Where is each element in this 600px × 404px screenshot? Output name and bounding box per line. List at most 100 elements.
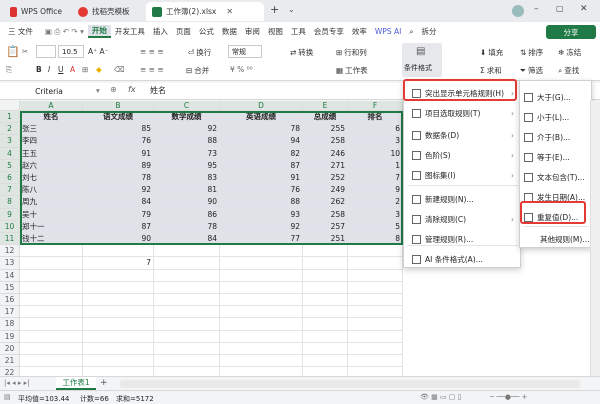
search-icon[interactable]: ⌕ [405, 27, 417, 37]
table-header-cell[interactable]: 英语成绩 [220, 111, 303, 124]
table-cell[interactable]: 9 [348, 184, 403, 197]
empty-cell[interactable] [220, 318, 303, 331]
formula-input[interactable]: 姓名 [150, 85, 166, 96]
format-painter-icon[interactable]: ✂ [22, 47, 28, 56]
table-header-cell[interactable]: 总成绩 [303, 111, 348, 124]
table-cell[interactable]: 249 [303, 184, 348, 197]
empty-cell[interactable] [220, 294, 303, 307]
empty-cell[interactable] [154, 281, 220, 294]
row-header[interactable]: 9 [0, 208, 20, 221]
col-header-c[interactable]: C [154, 101, 220, 111]
col-header-f[interactable]: F [348, 101, 403, 111]
name-box-dropdown-icon[interactable]: ▾ [96, 86, 100, 95]
empty-cell[interactable] [83, 281, 154, 294]
font-size-select[interactable]: 10.5 [58, 45, 84, 58]
empty-cell[interactable] [83, 306, 154, 319]
select-all-corner[interactable] [0, 101, 20, 111]
highlight-rule-item[interactable]: 大于(G)... [520, 87, 593, 107]
tab-developer[interactable]: 开发工具 [111, 26, 149, 37]
view-mode-icons[interactable]: 👁 ▦ ▭ ▢ ▯ [420, 393, 461, 401]
table-cell[interactable]: 7 [348, 172, 403, 185]
table-cell[interactable]: 78 [83, 172, 154, 185]
table-cell[interactable]: 77 [220, 233, 303, 246]
font-name-select[interactable] [36, 45, 56, 58]
table-cell[interactable]: 刘七 [20, 172, 83, 185]
table-cell[interactable]: 91 [220, 172, 303, 185]
empty-cell[interactable] [303, 355, 348, 368]
highlight-rule-item[interactable]: 小于(L)... [520, 107, 593, 127]
table-cell[interactable]: 258 [303, 135, 348, 148]
tab-home[interactable]: 开始 [87, 25, 111, 38]
file-menu[interactable]: 三 文件 [4, 26, 37, 37]
bold-button[interactable]: B [36, 65, 42, 74]
table-cell[interactable]: 76 [220, 184, 303, 197]
table-cell[interactable]: 257 [303, 220, 348, 233]
row-header[interactable]: 13 [0, 257, 20, 270]
empty-cell[interactable] [220, 330, 303, 343]
row-header[interactable]: 2 [0, 123, 20, 136]
cond-menu-item[interactable]: 清除规则(C) › [404, 209, 522, 229]
chevron-down-icon[interactable]: ⌄ [288, 5, 295, 14]
table-cell[interactable]: 92 [220, 220, 303, 233]
empty-cell[interactable] [348, 306, 403, 319]
row-header[interactable]: 18 [0, 318, 20, 331]
font-color-icon[interactable]: A [70, 65, 75, 74]
border-icon[interactable]: ⊞ [82, 65, 88, 74]
empty-cell[interactable] [220, 355, 303, 368]
table-cell[interactable]: 93 [220, 208, 303, 221]
empty-cell[interactable] [154, 330, 220, 343]
share-button[interactable]: 分享 [546, 25, 596, 39]
empty-cell[interactable] [303, 330, 348, 343]
fx-icon[interactable]: fx [128, 85, 136, 94]
table-cell[interactable]: 271 [303, 159, 348, 172]
table-cell[interactable]: 262 [303, 196, 348, 209]
table-cell[interactable]: 1 [348, 159, 403, 172]
table-cell[interactable]: 3 [348, 208, 403, 221]
zoom-icon[interactable]: ⊕ [110, 85, 117, 94]
empty-cell[interactable] [348, 330, 403, 343]
row-header[interactable]: 16 [0, 294, 20, 307]
empty-cell[interactable] [348, 367, 403, 376]
empty-cell[interactable] [220, 269, 303, 282]
table-cell[interactable]: 258 [303, 208, 348, 221]
empty-cell[interactable] [220, 306, 303, 319]
table-cell[interactable]: 李四 [20, 135, 83, 148]
row-header[interactable]: 7 [0, 184, 20, 197]
percent-icon[interactable]: ¥ % ⁰⁰ [230, 65, 253, 74]
table-cell[interactable]: 钱十二 [20, 233, 83, 246]
table-cell[interactable]: 84 [83, 196, 154, 209]
empty-cell[interactable] [20, 318, 83, 331]
table-cell[interactable]: 6 [348, 123, 403, 136]
empty-cell[interactable] [154, 306, 220, 319]
empty-cell[interactable] [20, 257, 83, 270]
tab-view[interactable]: 视图 [264, 26, 287, 37]
table-cell[interactable]: 5 [348, 220, 403, 233]
fill-color-icon[interactable]: ◆ [96, 65, 102, 74]
cond-menu-item[interactable]: 图标集(I) › [404, 165, 522, 185]
table-cell[interactable]: 87 [83, 220, 154, 233]
table-cell[interactable]: 8 [348, 233, 403, 246]
row-col-button[interactable]: ⊞ 行和列 [336, 47, 367, 58]
empty-cell[interactable] [220, 245, 303, 258]
empty-cell[interactable] [83, 294, 154, 307]
empty-cell[interactable] [348, 245, 403, 258]
empty-cell[interactable] [154, 257, 220, 270]
table-cell[interactable]: 赵六 [20, 159, 83, 172]
cond-menu-item[interactable]: 数据条(D) › [404, 125, 522, 145]
worksheet-button[interactable]: ▦ 工作表 [336, 65, 368, 76]
empty-cell[interactable] [20, 245, 83, 258]
row-header[interactable]: 17 [0, 306, 20, 319]
table-cell[interactable]: 89 [83, 159, 154, 172]
minimize-icon[interactable]: – [534, 4, 539, 14]
empty-cell[interactable] [220, 281, 303, 294]
empty-cell[interactable] [154, 245, 220, 258]
cond-menu-item[interactable]: 色阶(S) › [404, 145, 522, 165]
table-header-cell[interactable]: 姓名 [20, 111, 83, 124]
highlight-rule-item[interactable]: 文本包含(T)... [520, 167, 593, 187]
align-left-icon[interactable]: ≡ ≡ ≡ [140, 65, 164, 74]
empty-cell[interactable] [348, 342, 403, 355]
vertical-scrollbar[interactable] [590, 101, 600, 376]
empty-cell[interactable] [348, 269, 403, 282]
table-cell[interactable]: 83 [154, 172, 220, 185]
filter-button[interactable]: ⏷ 筛选 [520, 65, 543, 76]
